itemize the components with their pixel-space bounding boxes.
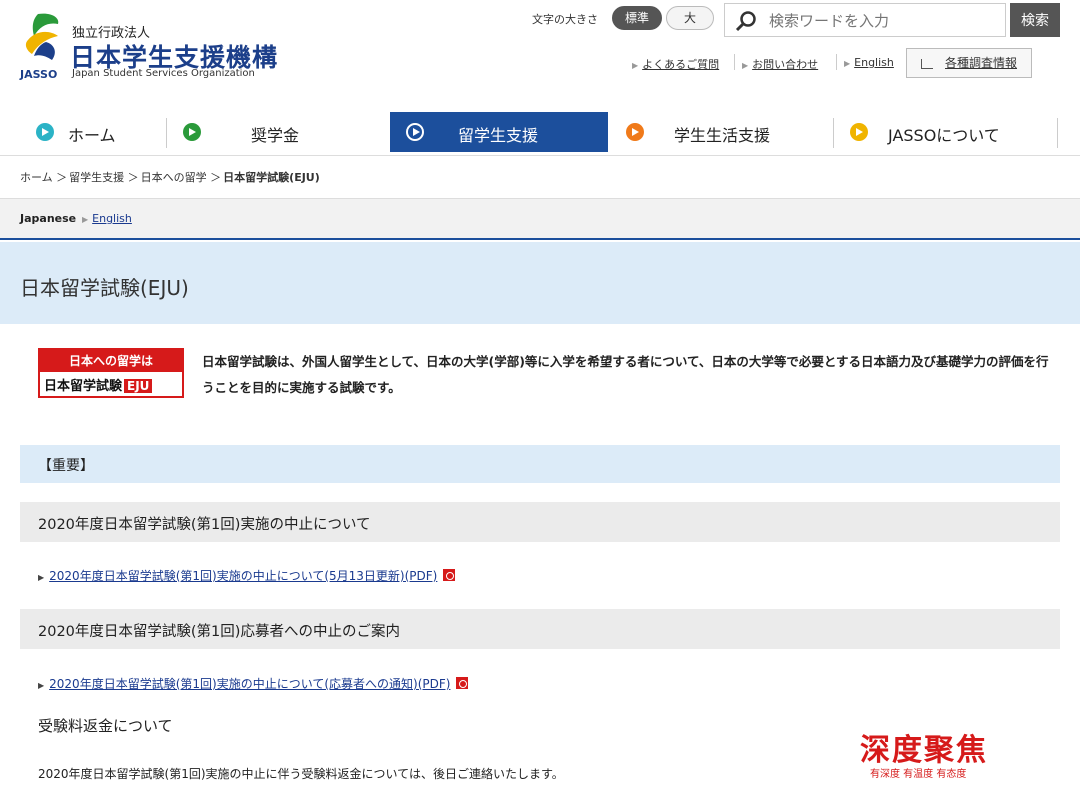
divider (0, 155, 1080, 156)
refund-text: 2020年度日本留学試験(第1回)実施の中止に伴う受験料返金については、後日ご連… (38, 767, 564, 781)
watermark-main: 深度聚焦 (860, 733, 988, 768)
intro-text: 日本留学試験は、外国人留学生として、日本の大学(学部)等に入学を希望する者につい… (202, 354, 1049, 395)
divider (734, 54, 735, 70)
nav-item-label: 留学生支援 (458, 126, 539, 145)
arrow-icon: ▶ (632, 61, 639, 70)
language-bar: Japanese ▶ English (0, 198, 1080, 240)
arrow-icon: ▶ (742, 61, 749, 70)
nav-student-life-icon (626, 123, 644, 141)
nav-item-label: 学生生活支援 (674, 126, 771, 145)
site-logo[interactable]: 独立行政法人 日本学生支援機構 JASSO Japan Student Serv… (18, 10, 278, 82)
breadcrumb-separator: ＞ (127, 171, 139, 184)
section-heading-text: 2020年度日本留学試験(第1回)応募者への中止のご案内 (38, 624, 400, 640)
font-size-label: 文字の大きさ (532, 13, 598, 26)
nav-item-student-life[interactable]: 学生生活支援 (610, 112, 832, 152)
survey-info-button[interactable]: 各種調査情報 (906, 48, 1032, 78)
important-header: 【重要】 (20, 445, 1060, 483)
breadcrumb: ホーム ＞留学生支援 ＞日本への留学 ＞日本留学試験(EJU) (20, 169, 320, 185)
watermark: 深度聚焦 有深度 有温度 有态度 (860, 725, 1010, 785)
important-label: 【重要】 (38, 458, 94, 474)
nav-item-label: ホーム (68, 126, 116, 145)
eju-banner-top: 日本への留学は (40, 350, 182, 372)
watermark-sub: 有深度 有温度 有态度 (870, 769, 967, 780)
util-link-contact-text[interactable]: お問い合わせ (752, 58, 818, 71)
org-name-en: Japan Student Services Organization (72, 68, 255, 79)
search-input[interactable] (769, 9, 999, 33)
nav-item-international-students[interactable]: 留学生支援 (390, 112, 608, 152)
survey-info-link[interactable]: 各種調査情報 (945, 56, 1017, 70)
pdf-icon (443, 569, 456, 581)
divider (836, 54, 837, 70)
pdf-link-applicant-notice[interactable]: 2020年度日本留学試験(第1回)実施の中止について(応募者への通知)(PDF) (49, 677, 450, 691)
global-nav: ホーム 奨学金 留学生支援 学生生活支援 JASSOについて (20, 112, 1060, 152)
font-size-large-button[interactable]: 大 (666, 6, 714, 30)
page-title-band: 日本留学試験(EJU) (0, 242, 1080, 324)
language-switch[interactable]: ▶ English (82, 212, 132, 225)
search-icon (735, 11, 756, 32)
arrow-icon: ▶ (844, 59, 851, 68)
nav-international-icon (406, 123, 424, 141)
util-link-english-text[interactable]: English (854, 56, 894, 69)
bar-chart-icon (921, 58, 933, 69)
nav-item-home[interactable]: ホーム (20, 112, 166, 152)
eju-banner[interactable]: 日本への留学は 日本留学試験 EJU (38, 348, 184, 398)
breadcrumb-current: 日本留学試験(EJU) (223, 171, 320, 184)
nav-scholarship-icon (183, 123, 201, 141)
arrow-icon: ▶ (82, 215, 89, 224)
util-link-english[interactable]: ▶ English (844, 56, 894, 69)
nav-item-label: 奨学金 (251, 126, 300, 145)
breadcrumb-separator: ＞ (56, 171, 68, 184)
nav-about-icon (850, 123, 868, 141)
jasso-logo-icon (25, 13, 59, 60)
util-link-contact[interactable]: ▶ お問い合わせ (742, 56, 818, 72)
eju-tag: EJU (124, 379, 153, 393)
nav-item-about-jasso[interactable]: JASSOについて (834, 112, 1056, 152)
search-box (724, 3, 1006, 37)
search-button[interactable]: 検索 (1010, 3, 1060, 37)
nav-item-label: JASSOについて (888, 126, 1000, 145)
font-size-standard-button[interactable]: 標準 (612, 6, 662, 30)
language-current: Japanese (20, 212, 77, 225)
language-english-link[interactable]: English (92, 212, 132, 225)
nav-home-icon (36, 123, 54, 141)
logo-abbr: JASSO (20, 68, 58, 81)
eju-banner-text: 日本留学試験 (44, 379, 123, 394)
pdf-link-cancellation[interactable]: 2020年度日本留学試験(第1回)実施の中止について(5月13日更新)(PDF) (49, 569, 437, 583)
page-title: 日本留学試験(EJU) (20, 276, 189, 300)
arrow-icon: ▶ (38, 681, 45, 690)
pdf-link-row: ▶ 2020年度日本留学試験(第1回)実施の中止について(応募者への通知)(PDF… (38, 675, 469, 692)
arrow-icon: ▶ (38, 573, 45, 582)
pdf-icon (456, 677, 469, 689)
breadcrumb-separator: ＞ (210, 171, 222, 184)
nav-item-scholarship[interactable]: 奨学金 (167, 112, 389, 152)
eju-banner-bottom: 日本留学試験 EJU (44, 375, 153, 394)
divider (1057, 118, 1058, 148)
breadcrumb-home[interactable]: ホーム (20, 171, 53, 184)
refund-heading: 受験料返金について (38, 717, 173, 735)
section-heading: 2020年度日本留学試験(第1回)応募者への中止のご案内 (20, 609, 1060, 649)
breadcrumb-international[interactable]: 留学生支援 (69, 171, 124, 184)
site-header: 独立行政法人 日本学生支援機構 JASSO Japan Student Serv… (0, 0, 1080, 100)
section-heading-text: 2020年度日本留学試験(第1回)実施の中止について (38, 517, 371, 533)
section-heading: 2020年度日本留学試験(第1回)実施の中止について (20, 502, 1060, 542)
util-link-faq[interactable]: ▶ よくあるご質問 (632, 56, 719, 72)
pdf-link-row: ▶ 2020年度日本留学試験(第1回)実施の中止について(5月13日更新)(PDF… (38, 567, 456, 584)
util-link-faq-text[interactable]: よくあるご質問 (642, 58, 719, 71)
breadcrumb-study-in-japan[interactable]: 日本への留学 (141, 171, 207, 184)
